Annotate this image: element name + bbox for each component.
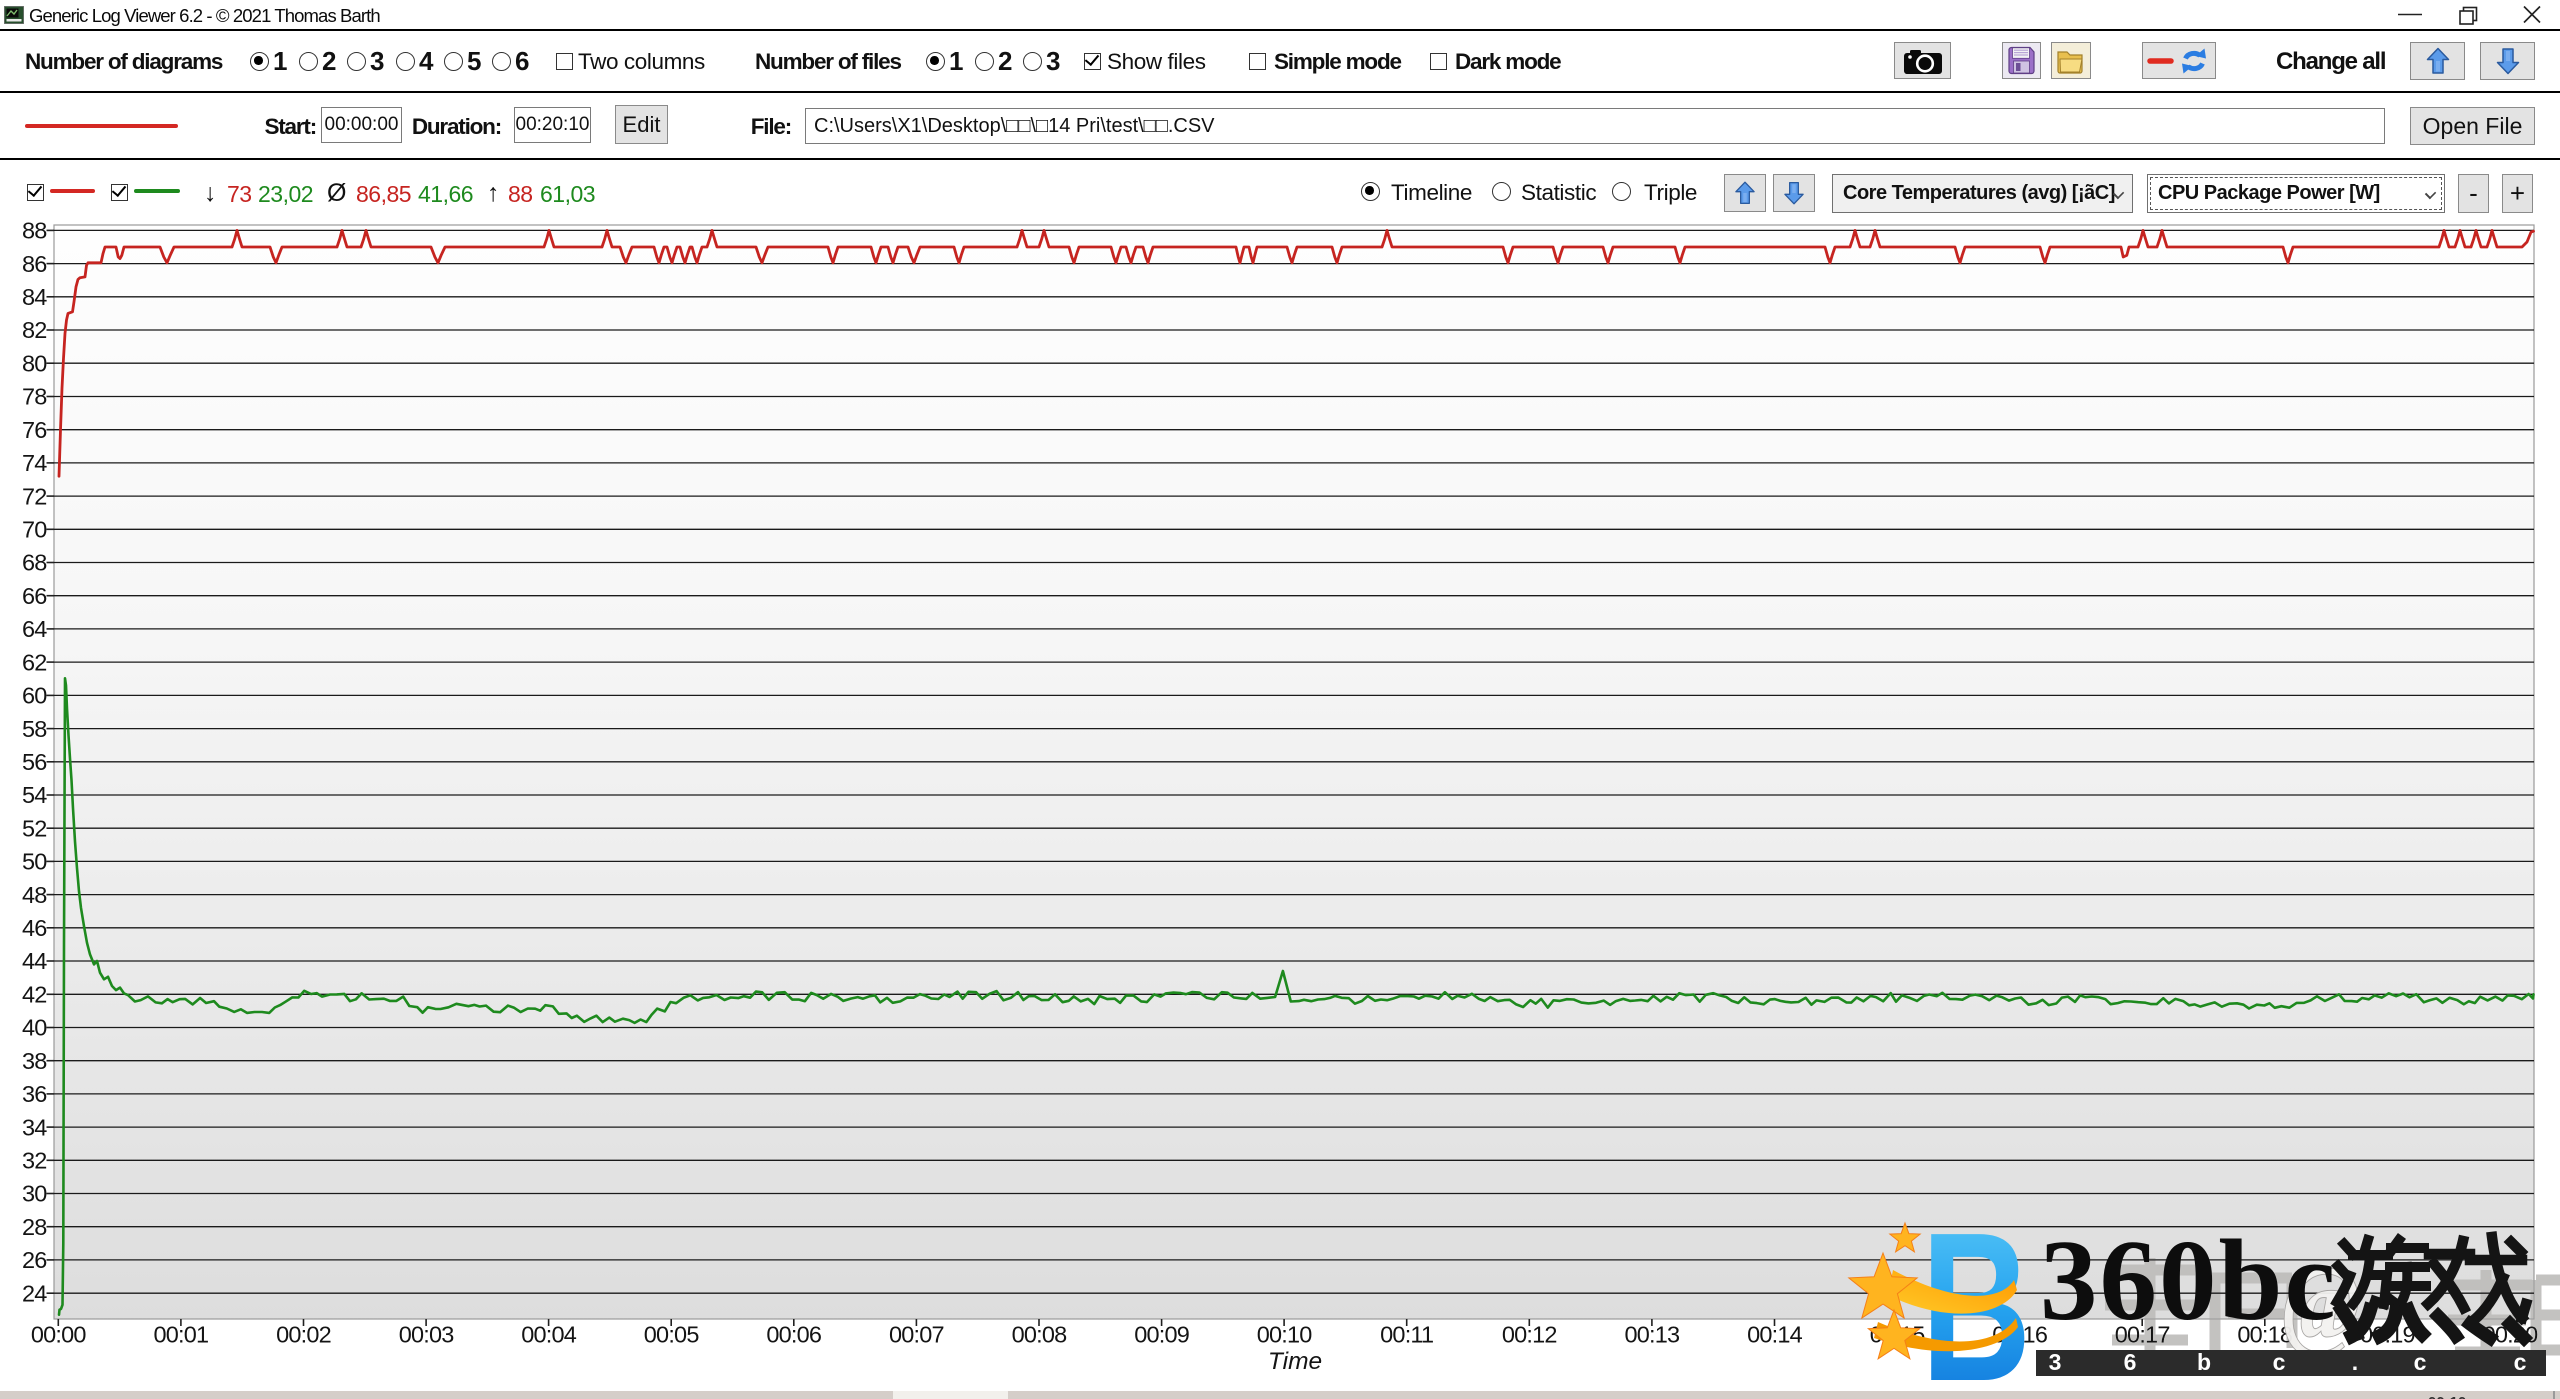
svg-text:6: 6 bbox=[2124, 1349, 2137, 1375]
svg-text:.: . bbox=[2352, 1349, 2358, 1375]
svg-text:3: 3 bbox=[2049, 1349, 2062, 1375]
svg-text:c: c bbox=[2414, 1349, 2427, 1375]
svg-text:c: c bbox=[2514, 1349, 2527, 1375]
svg-text:b: b bbox=[2197, 1349, 2211, 1375]
svg-text:c: c bbox=[2273, 1349, 2286, 1375]
svg-text:360bc: 360bc bbox=[2040, 1217, 2338, 1344]
